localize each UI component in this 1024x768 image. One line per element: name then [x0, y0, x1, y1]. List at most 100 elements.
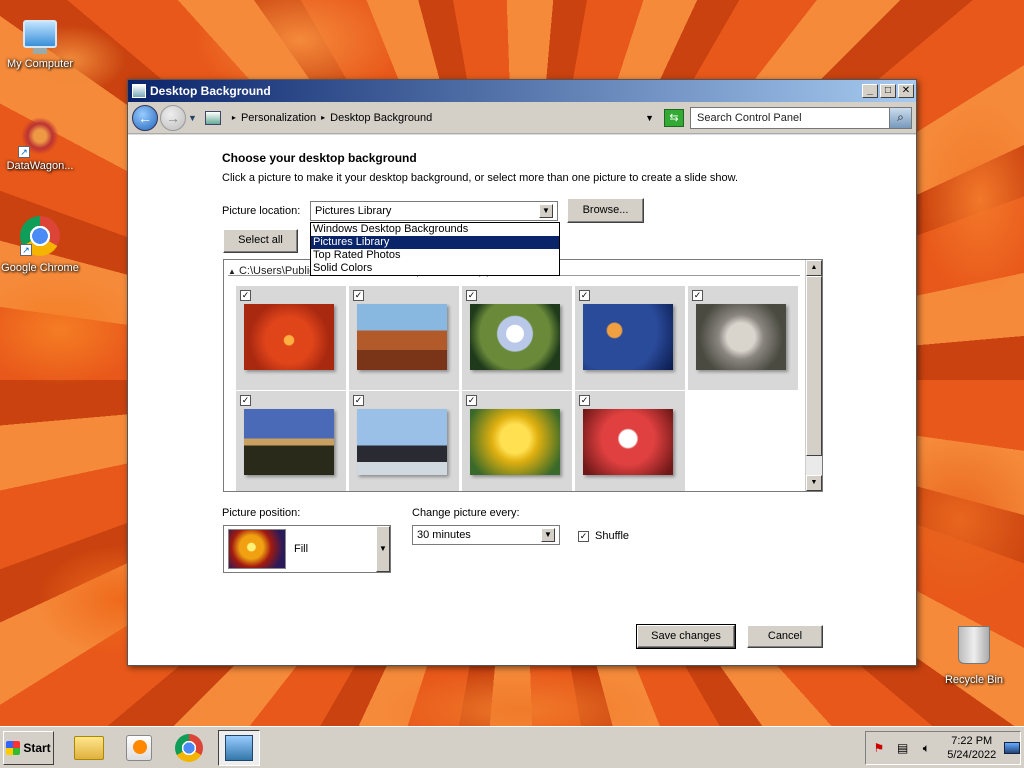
- location-option[interactable]: Top Rated Photos: [311, 249, 559, 262]
- picture-gallery: ▲ C:\Users\Public\Public Pictures\Sample…: [223, 259, 823, 492]
- picture-thumbnail[interactable]: [357, 409, 447, 475]
- picture-checkbox[interactable]: ✓: [240, 395, 251, 406]
- desktop-icon-datawagon[interactable]: ↗ DataWagon...: [0, 114, 80, 172]
- desktop-icon-label: DataWagon...: [6, 160, 74, 172]
- location-option-selected[interactable]: Pictures Library: [311, 236, 559, 249]
- picture-checkbox[interactable]: ✓: [353, 290, 364, 301]
- picture-tile[interactable]: ✓: [462, 286, 572, 390]
- search-icon[interactable]: ⌕: [889, 107, 911, 128]
- picture-tile[interactable]: ✓: [349, 286, 459, 390]
- picture-tile[interactable]: ✓: [236, 286, 346, 390]
- desktop-icon-recycle-bin[interactable]: Recycle Bin: [934, 626, 1014, 686]
- breadcrumb-personalization[interactable]: Personalization: [241, 112, 316, 124]
- taskbar-explorer-button[interactable]: [68, 730, 110, 766]
- picture-thumbnail[interactable]: [470, 304, 560, 370]
- taskbar-control-panel-button[interactable]: [218, 729, 260, 766]
- picture-checkbox[interactable]: ✓: [692, 290, 703, 301]
- picture-tile[interactable]: ✓: [349, 391, 459, 491]
- breadcrumb-desktop-background[interactable]: Desktop Background: [330, 112, 432, 124]
- picture-thumbnail[interactable]: [696, 304, 786, 370]
- desktop-icon-google-chrome[interactable]: ↗ Google Chrome: [0, 216, 80, 274]
- start-label: Start: [23, 740, 51, 755]
- select-all-button[interactable]: Select all: [223, 229, 298, 253]
- chevron-down-icon[interactable]: ▼: [376, 526, 390, 572]
- picture-checkbox[interactable]: ✓: [579, 290, 590, 301]
- start-button[interactable]: Start: [3, 730, 54, 765]
- desktop-icon-label: Google Chrome: [1, 262, 79, 274]
- clock[interactable]: 7:22 PM 5/24/2022: [947, 734, 996, 762]
- forward-button[interactable]: →: [160, 104, 186, 131]
- picture-thumbnail[interactable]: [244, 304, 334, 370]
- search-input[interactable]: Search Control Panel ⌕: [690, 106, 912, 129]
- folder-icon: [74, 735, 104, 760]
- picture-thumbnail[interactable]: [583, 409, 673, 475]
- control-panel-icon: [204, 110, 221, 125]
- computer-icon: [23, 20, 57, 54]
- vertical-scrollbar[interactable]: ▲ ▼: [805, 260, 822, 491]
- action-center-icon[interactable]: ⚑: [870, 740, 888, 756]
- address-dropdown-icon[interactable]: ▼: [645, 113, 654, 123]
- picture-position-select[interactable]: Fill ▼: [223, 525, 391, 573]
- picture-thumbnail[interactable]: [244, 409, 334, 475]
- chevron-down-icon[interactable]: ▼: [541, 528, 555, 542]
- picture-tile[interactable]: ✓: [462, 391, 572, 491]
- picture-thumbnail[interactable]: [470, 409, 560, 475]
- change-interval-select[interactable]: 30 minutes ▼: [412, 525, 560, 545]
- refresh-button[interactable]: ⇆: [664, 108, 684, 127]
- shuffle-checkbox[interactable]: ✓ Shuffle: [578, 530, 629, 542]
- change-picture-label: Change picture every:: [412, 507, 520, 519]
- scroll-thumb[interactable]: [806, 276, 822, 456]
- chrome-icon: [175, 733, 203, 762]
- windows-logo-icon: [6, 740, 21, 755]
- picture-tile[interactable]: ✓: [575, 286, 685, 390]
- control-panel-icon: [225, 734, 253, 761]
- browse-button[interactable]: Browse...: [567, 198, 644, 223]
- search-placeholder: Search Control Panel: [697, 111, 802, 124]
- show-desktop-icon[interactable]: [1004, 742, 1020, 754]
- cancel-button[interactable]: Cancel: [747, 625, 823, 648]
- save-changes-button[interactable]: Save changes: [636, 624, 736, 649]
- picture-tile[interactable]: ✓: [688, 286, 798, 390]
- breadcrumb[interactable]: ▸ Personalization ▸ Desktop Background ▼: [200, 106, 658, 129]
- scroll-down-icon[interactable]: ▼: [806, 475, 822, 491]
- picture-checkbox[interactable]: ✓: [466, 395, 477, 406]
- title-bar[interactable]: Desktop Background _ □ ✕: [128, 80, 916, 102]
- picture-checkbox[interactable]: ✓: [466, 290, 477, 301]
- checkbox-check-icon[interactable]: ✓: [578, 530, 589, 542]
- media-player-icon: [126, 734, 152, 761]
- maximize-button[interactable]: □: [880, 84, 896, 98]
- picture-checkbox[interactable]: ✓: [579, 395, 590, 406]
- breadcrumb-separator-icon[interactable]: ▸: [321, 113, 325, 122]
- chrome-icon: ↗: [20, 216, 60, 256]
- picture-checkbox[interactable]: ✓: [353, 395, 364, 406]
- chevron-down-icon[interactable]: ▼: [539, 204, 553, 218]
- picture-location-dropdown-list: Windows Desktop Backgrounds Pictures Lib…: [310, 222, 560, 276]
- back-button[interactable]: ←: [132, 104, 158, 131]
- network-icon[interactable]: ▤: [894, 740, 912, 756]
- desktop-icon-my-computer[interactable]: My Computer: [0, 12, 80, 70]
- close-button[interactable]: ✕: [898, 84, 914, 98]
- picture-thumbnail[interactable]: [583, 304, 673, 370]
- breadcrumb-separator-icon[interactable]: ▸: [232, 113, 236, 122]
- shuffle-label: Shuffle: [595, 530, 630, 542]
- picture-location-label: Picture location:: [222, 205, 301, 217]
- picture-thumbnail[interactable]: [357, 304, 447, 370]
- location-option[interactable]: Solid Colors: [311, 262, 559, 275]
- picture-checkbox[interactable]: ✓: [240, 290, 251, 301]
- minimize-button[interactable]: _: [862, 84, 878, 98]
- clock-time: 7:22 PM: [951, 735, 993, 747]
- volume-icon[interactable]: 🔈︎: [918, 740, 936, 756]
- position-preview-thumbnail: [228, 529, 286, 569]
- taskbar-media-player-button[interactable]: [118, 730, 160, 766]
- recent-pages-dropdown[interactable]: ▼: [188, 113, 197, 123]
- taskbar-chrome-button[interactable]: [168, 730, 210, 766]
- picture-tile[interactable]: ✓: [236, 391, 346, 491]
- location-option[interactable]: Windows Desktop Backgrounds: [311, 223, 559, 236]
- picture-location-select[interactable]: Pictures Library ▼: [310, 201, 558, 221]
- change-interval-value: 30 minutes: [417, 529, 471, 541]
- picture-position-value: Fill: [294, 543, 309, 555]
- scroll-up-icon[interactable]: ▲: [806, 260, 822, 276]
- clock-date: 5/24/2022: [947, 749, 997, 761]
- picture-tile[interactable]: ✓: [575, 391, 685, 491]
- desktop-background-window: Desktop Background _ □ ✕ ← → ▼ ▸ Persona…: [127, 79, 917, 666]
